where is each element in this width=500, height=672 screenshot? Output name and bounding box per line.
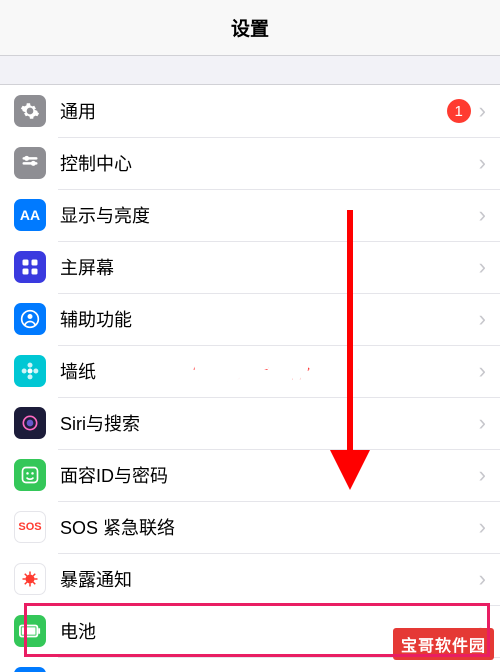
chevron-right-icon: › xyxy=(479,566,486,592)
row-label: 辅助功能 xyxy=(60,306,479,332)
chevron-right-icon: › xyxy=(479,514,486,540)
watermark-badge: 宝哥软件园 xyxy=(393,628,494,660)
settings-row-faceid[interactable]: 面容ID与密码› xyxy=(0,449,500,501)
chevron-right-icon: › xyxy=(479,410,486,436)
chevron-right-icon: › xyxy=(479,358,486,384)
settings-row-accessibility[interactable]: 辅助功能› xyxy=(0,293,500,345)
wallpaper-icon xyxy=(14,355,46,387)
row-label: 控制中心 xyxy=(60,150,479,176)
row-label: Siri与搜索 xyxy=(60,410,479,436)
row-label: 面容ID与密码 xyxy=(60,462,479,488)
chevron-right-icon: › xyxy=(479,462,486,488)
row-label: SOS 紧急联络 xyxy=(60,514,479,540)
settings-row-exposure[interactable]: 暴露通知› xyxy=(0,553,500,605)
row-label: 通用 xyxy=(60,98,447,124)
home-screen-icon xyxy=(14,251,46,283)
control-center-icon xyxy=(14,147,46,179)
faceid-icon xyxy=(14,459,46,491)
accessibility-icon xyxy=(14,303,46,335)
general-icon xyxy=(14,95,46,127)
battery-icon xyxy=(14,615,46,647)
page-title: 设置 xyxy=(0,0,500,56)
sos-icon: SOS xyxy=(14,511,46,543)
notification-badge: 1 xyxy=(447,99,471,123)
chevron-right-icon: › xyxy=(479,98,486,124)
row-label: 墙纸 xyxy=(60,358,479,384)
settings-row-sos[interactable]: SOS SOS 紧急联络› xyxy=(0,501,500,553)
display-icon: AA xyxy=(14,199,46,231)
chevron-right-icon: › xyxy=(479,150,486,176)
exposure-icon xyxy=(14,563,46,595)
settings-row-home-screen[interactable]: 主屏幕› xyxy=(0,241,500,293)
privacy-icon xyxy=(14,667,46,672)
settings-row-siri[interactable]: Siri与搜索› xyxy=(0,397,500,449)
settings-row-display[interactable]: AA 显示与亮度› xyxy=(0,189,500,241)
row-label: 主屏幕 xyxy=(60,254,479,280)
settings-row-general[interactable]: 通用1 › xyxy=(0,85,500,137)
chevron-right-icon: › xyxy=(479,254,486,280)
settings-scroll[interactable]: 通用1›控制中心›AA显示与亮度›主屏幕›辅助功能›墙纸›Siri与搜索›面容I… xyxy=(0,56,500,672)
settings-group: 通用1›控制中心›AA显示与亮度›主屏幕›辅助功能›墙纸›Siri与搜索›面容I… xyxy=(0,84,500,672)
siri-icon xyxy=(14,407,46,439)
row-label: 暴露通知 xyxy=(60,566,479,592)
settings-row-control-center[interactable]: 控制中心› xyxy=(0,137,500,189)
row-label: 显示与亮度 xyxy=(60,202,479,228)
settings-row-wallpaper[interactable]: 墙纸› xyxy=(0,345,500,397)
chevron-right-icon: › xyxy=(479,202,486,228)
chevron-right-icon: › xyxy=(479,306,486,332)
